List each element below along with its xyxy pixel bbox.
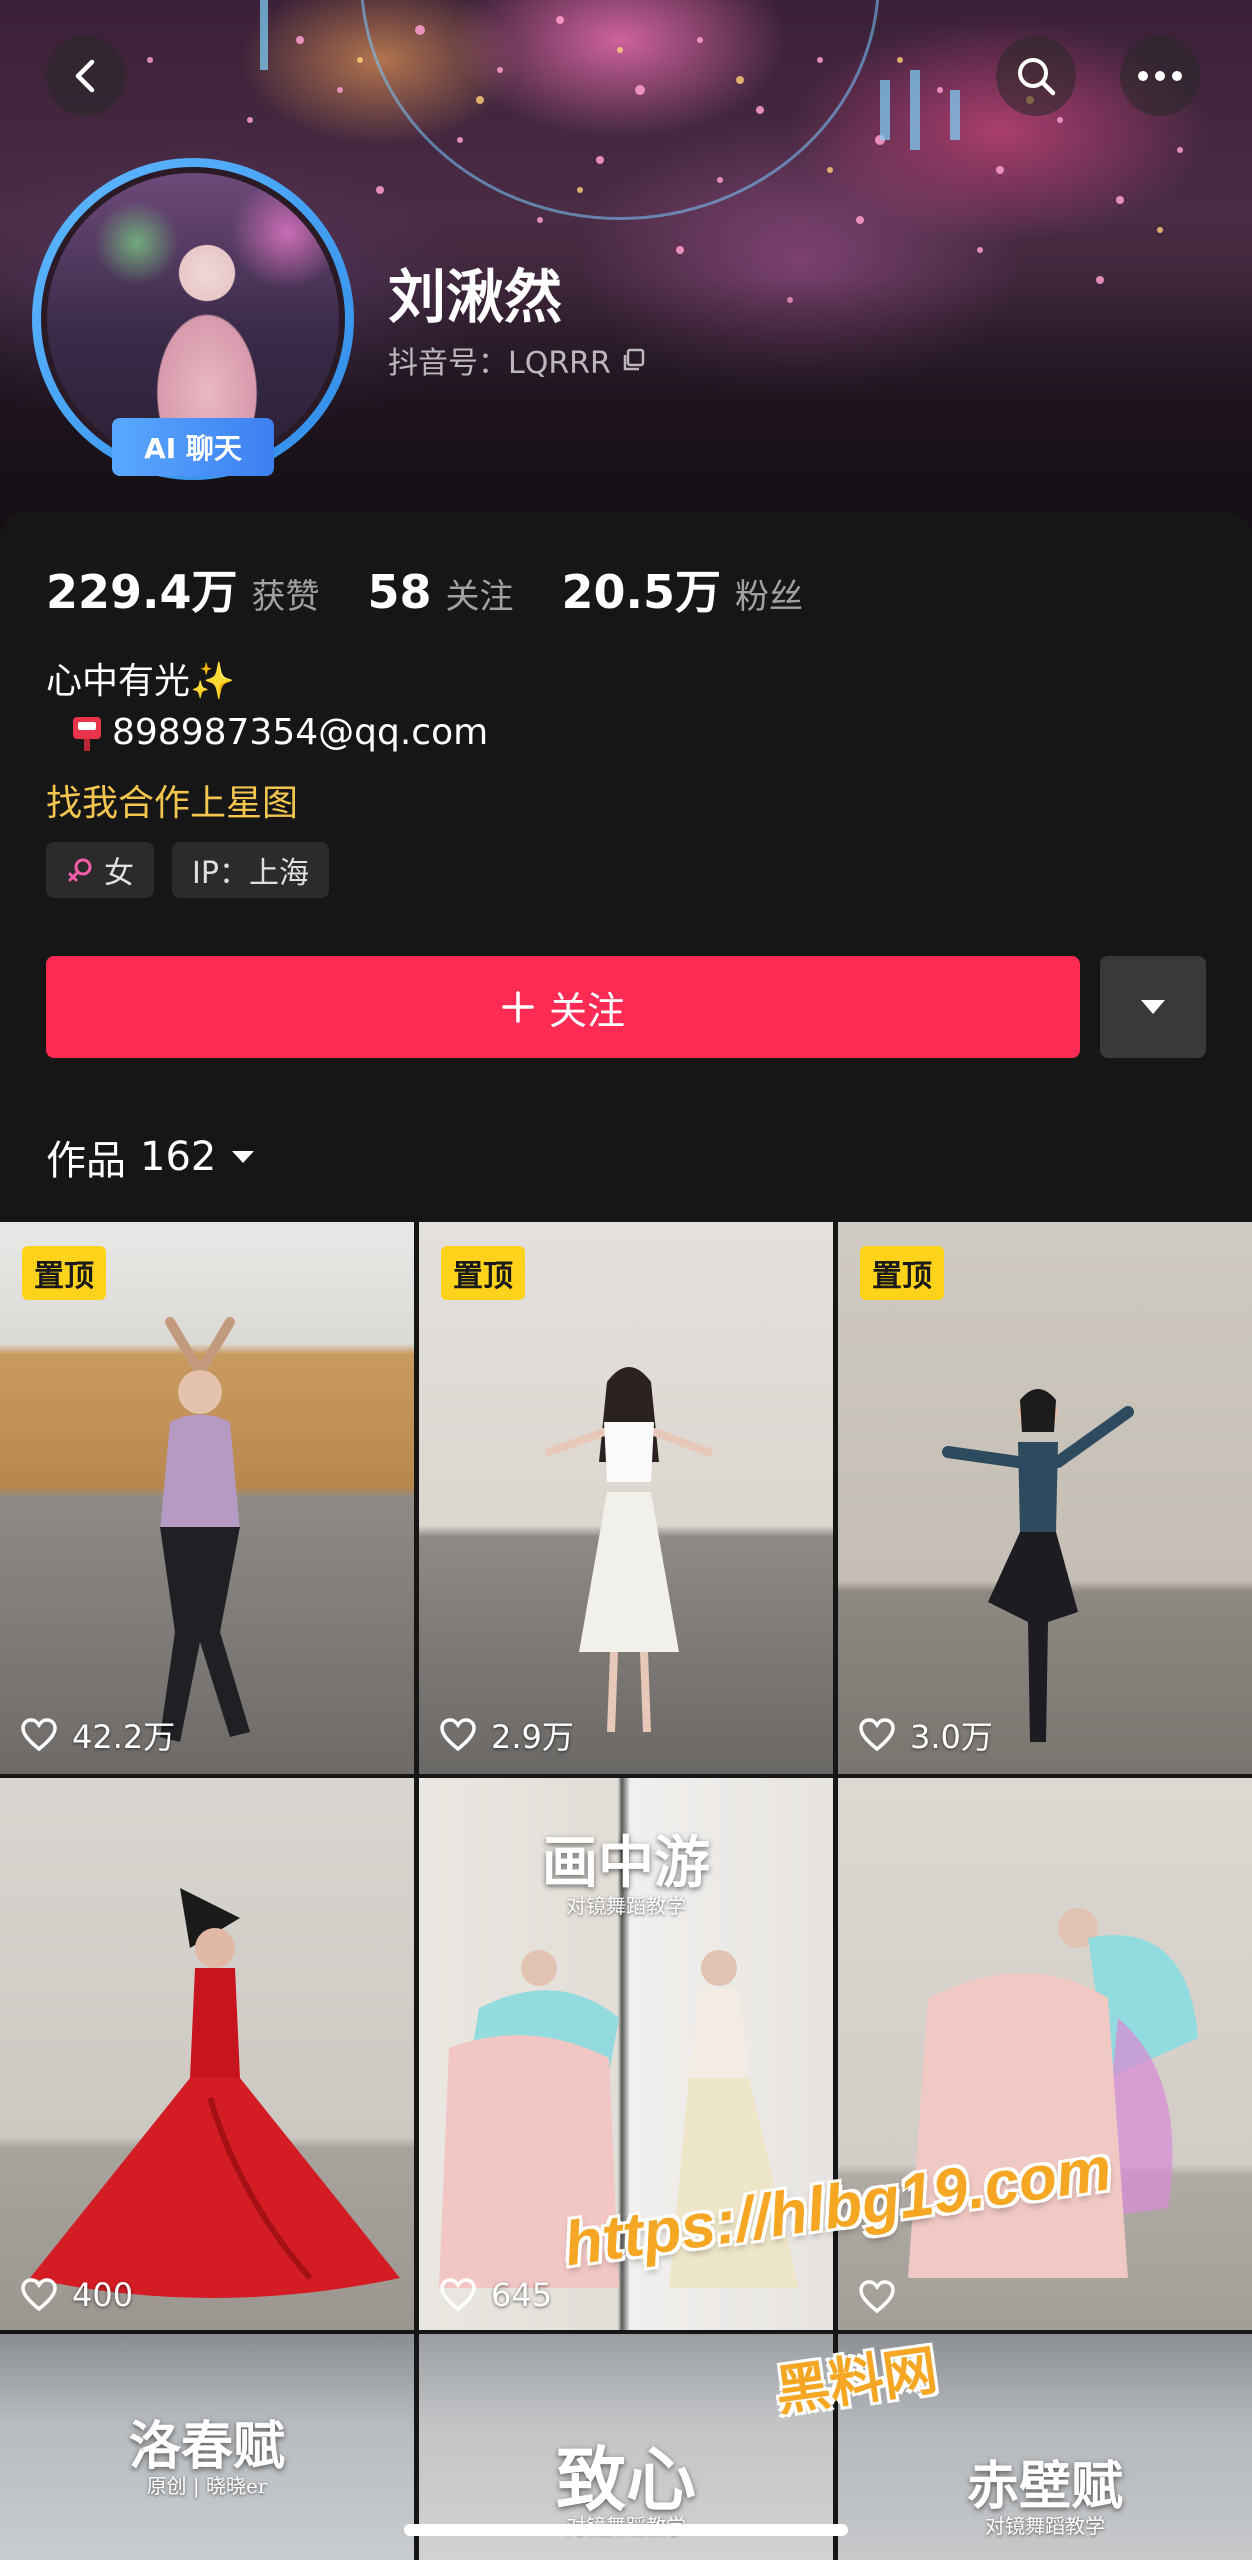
pinned-badge: 置顶 [22, 1246, 106, 1300]
tab-works[interactable]: 作品 162 [46, 1128, 256, 1186]
stat-label: 粉丝 [735, 577, 804, 617]
heart-icon [440, 1718, 476, 1752]
video-title-overlay: 画中游 [542, 1830, 710, 1896]
gender-label: 女 [104, 856, 134, 891]
recommend-dropdown-button[interactable] [1100, 956, 1206, 1058]
like-count-text: 3.0万 [910, 1718, 993, 1756]
dancer-figure [545, 1367, 713, 1733]
video-thumbnail[interactable] [838, 1778, 1252, 2330]
ai-chat-badge[interactable]: AI 聊天 [112, 418, 274, 476]
copy-icon[interactable] [621, 347, 647, 373]
plus-icon [502, 991, 534, 1023]
stat-likes[interactable]: 229.4万 获赞 [46, 556, 320, 622]
like-count [858, 2280, 910, 2314]
like-count: 2.9万 [439, 1712, 574, 1758]
stats-row: 229.4万 获赞 58 关注 20.5万 粉丝 [46, 556, 851, 622]
ip-tag: IP：上海 [172, 842, 329, 898]
like-count-text: 645 [491, 2276, 553, 2314]
more-icon [1138, 71, 1182, 81]
like-count: 645 [439, 2276, 552, 2314]
cooperation-link[interactable]: 找我合作上星图 [46, 774, 298, 826]
chevron-left-icon [75, 59, 95, 93]
douyin-id[interactable]: 抖音号：LQRRR [388, 338, 647, 382]
video-thumbnail[interactable]: 洛春赋 原创 | 晓晓er [0, 2334, 414, 2560]
follow-button[interactable]: 关注 [46, 956, 1080, 1058]
caret-down-icon [1141, 1000, 1165, 1014]
video-subtitle-overlay: 对镜舞蹈教学 [566, 1894, 686, 1918]
search-button[interactable] [996, 36, 1076, 116]
back-button[interactable] [46, 36, 126, 116]
dancer-figure [30, 1888, 400, 2298]
video-thumbnail[interactable]: 置顶 3.0万 [838, 1222, 1252, 1774]
like-count: 3.0万 [858, 1712, 993, 1758]
video-thumbnail[interactable]: 置顶 42.2万 [0, 1222, 414, 1774]
stat-followers[interactable]: 20.5万 粉丝 [562, 556, 804, 622]
home-indicator[interactable] [404, 2524, 848, 2536]
stat-label: 获赞 [251, 577, 320, 617]
stat-label: 关注 [445, 577, 514, 617]
profile-tags: 女 IP：上海 [46, 842, 329, 898]
dancer-figure [942, 1389, 1134, 1742]
stat-following[interactable]: 58 关注 [368, 565, 514, 619]
heart-icon [440, 2278, 476, 2312]
bio-email: 898987354@qq.com [70, 712, 488, 753]
bio-line: 心中有光✨ [46, 661, 235, 702]
ai-chat-label: AI 聊天 [144, 432, 242, 465]
heart-icon [21, 2278, 57, 2312]
profile-name: 刘湫然 [388, 263, 563, 331]
video-thumbnail[interactable]: 400 [0, 1778, 414, 2330]
dancer-figure [160, 1317, 250, 1742]
pinned-badge: 置顶 [860, 1246, 944, 1300]
ip-label: IP：上海 [192, 856, 309, 891]
video-title-overlay: 洛春赋 [128, 2416, 285, 2477]
like-count: 42.2万 [20, 1712, 175, 1758]
profile-info-panel: 229.4万 获赞 58 关注 20.5万 粉丝 心中有光✨ 898987354… [0, 512, 1252, 1220]
pinned-badge: 置顶 [441, 1246, 525, 1300]
more-button[interactable] [1120, 36, 1200, 116]
heart-icon [859, 1718, 895, 1752]
mailbox-icon [73, 716, 101, 751]
dancer-figure [908, 1908, 1198, 2278]
email-text: 898987354@qq.com [112, 712, 489, 753]
works-tab-label: 作品 [46, 1138, 126, 1184]
like-count: 400 [20, 2276, 133, 2314]
douyin-id-text: 抖音号：LQRRR [388, 346, 611, 381]
like-count-text: 42.2万 [72, 1718, 176, 1756]
female-icon [68, 858, 92, 882]
gender-tag: 女 [46, 842, 154, 898]
like-count-text: 400 [72, 2276, 134, 2314]
heart-icon [859, 2280, 895, 2314]
like-count-text: 2.9万 [491, 1718, 574, 1756]
follow-label: 关注 [548, 988, 625, 1033]
video-subtitle-overlay: 对镜舞蹈教学 [985, 2514, 1105, 2538]
stat-value: 20.5万 [561, 565, 722, 619]
stat-value: 229.4万 [46, 565, 238, 619]
caret-down-icon [232, 1151, 255, 1163]
video-subtitle-overlay: 原创 | 晓晓er [146, 2474, 268, 2498]
search-icon [1018, 58, 1056, 96]
heart-icon [21, 1718, 57, 1752]
video-title-overlay: 赤壁赋 [966, 2456, 1123, 2517]
video-thumbnail[interactable]: 置顶 2.9万 [419, 1222, 833, 1774]
works-count: 162 [140, 1134, 217, 1180]
stat-value: 58 [367, 565, 432, 619]
